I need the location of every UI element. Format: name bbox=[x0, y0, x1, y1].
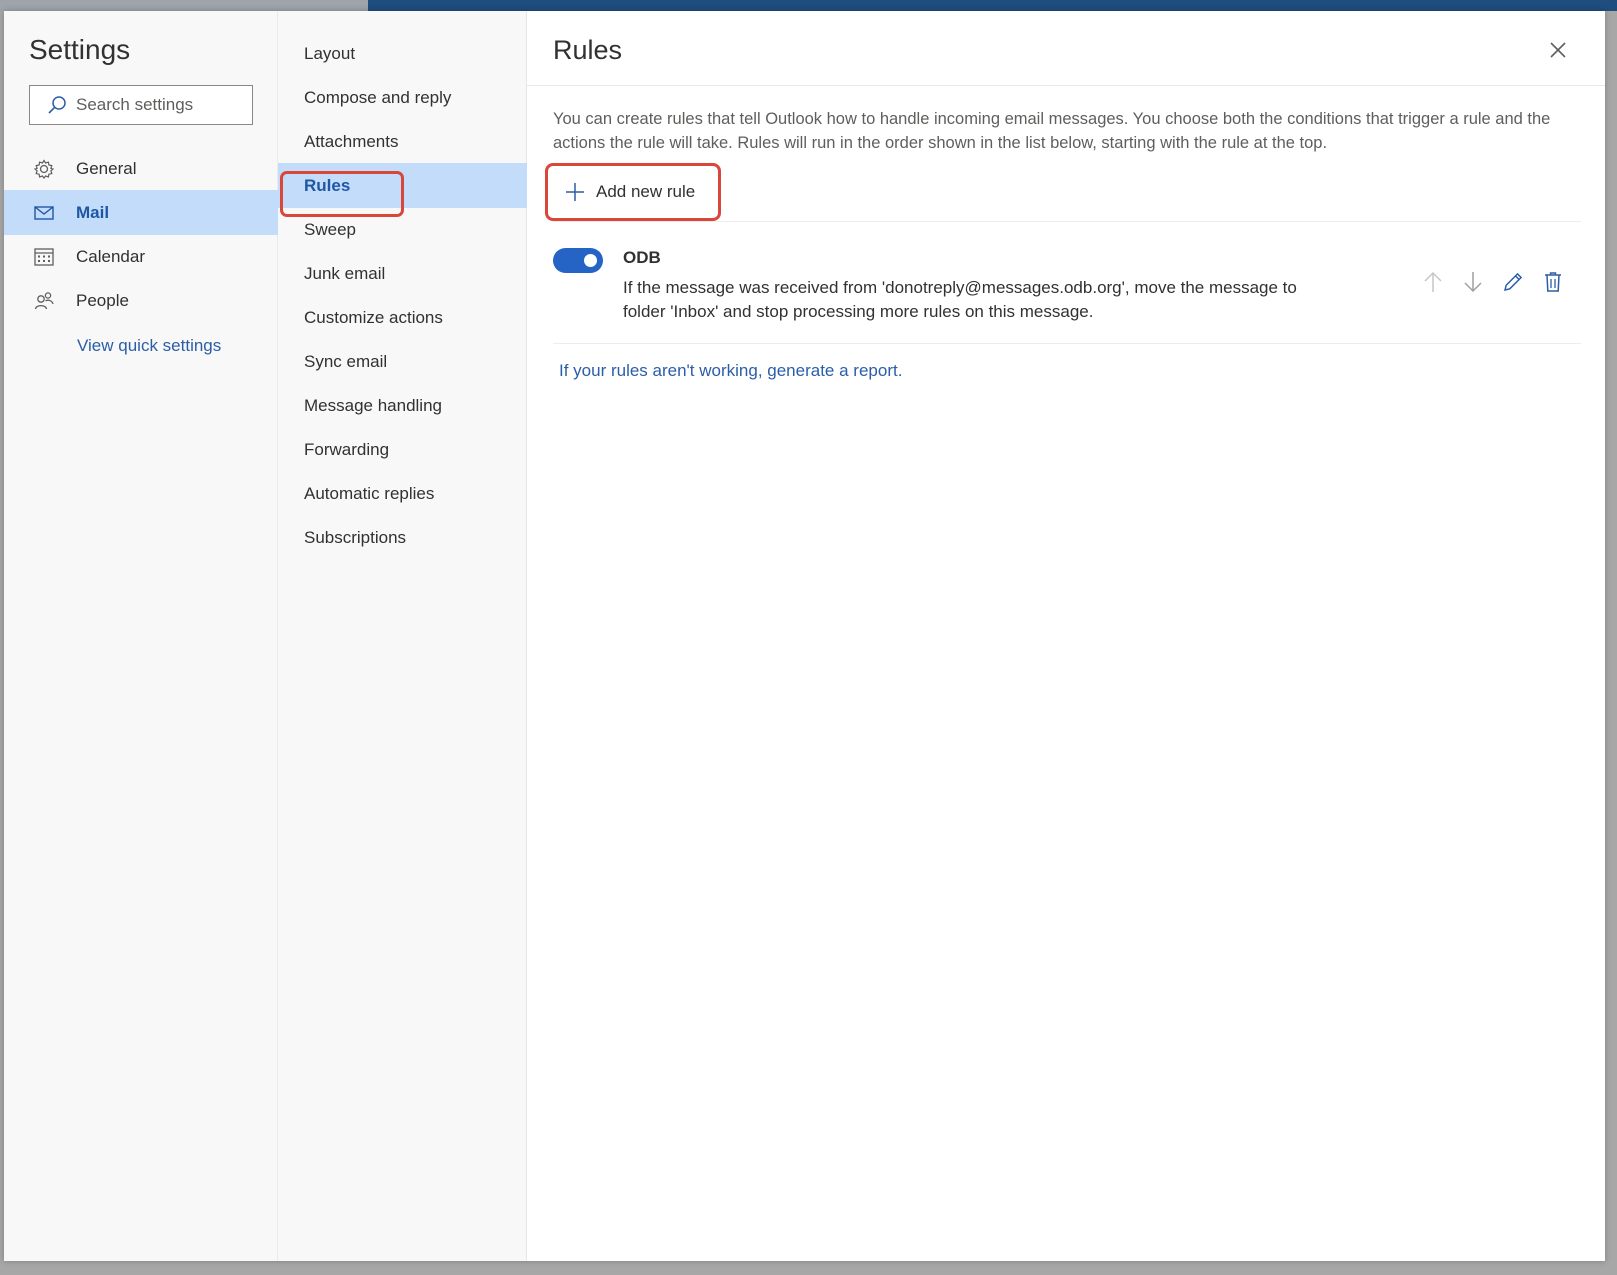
category-general[interactable]: General bbox=[4, 146, 278, 191]
rule-name: ODB bbox=[623, 248, 661, 267]
settings-dialog: Settings General Mail Calendar bbox=[4, 11, 1605, 1261]
arrow-down-icon bbox=[1463, 271, 1483, 298]
rule-actions bbox=[1419, 270, 1567, 298]
page-title: Rules bbox=[553, 35, 623, 65]
background-app-header bbox=[368, 0, 1617, 11]
category-label: General bbox=[76, 158, 137, 178]
menu-item-compose-and-reply[interactable]: Compose and reply bbox=[278, 75, 527, 120]
search-settings-box[interactable] bbox=[29, 85, 253, 125]
generate-report-link[interactable]: If your rules aren't working, generate a… bbox=[559, 361, 902, 381]
edit-rule-button[interactable] bbox=[1499, 270, 1527, 298]
header-divider bbox=[527, 85, 1605, 86]
move-rule-down-button[interactable] bbox=[1459, 270, 1487, 298]
add-new-rule-button[interactable]: Add new rule bbox=[545, 163, 721, 221]
mail-icon bbox=[32, 201, 56, 225]
menu-item-forwarding[interactable]: Forwarding bbox=[278, 427, 527, 472]
category-label: Mail bbox=[76, 202, 110, 222]
rule-row-divider bbox=[553, 343, 1581, 344]
delete-rule-button[interactable] bbox=[1539, 270, 1567, 298]
rules-description: You can create rules that tell Outlook h… bbox=[553, 110, 1551, 152]
menu-item-customize-actions[interactable]: Customize actions bbox=[278, 295, 527, 340]
category-label: Calendar bbox=[76, 246, 145, 266]
menu-item-subscriptions[interactable]: Subscriptions bbox=[278, 515, 527, 560]
menu-item-message-handling[interactable]: Message handling bbox=[278, 383, 527, 428]
category-people[interactable]: People bbox=[4, 278, 278, 323]
menu-item-layout[interactable]: Layout bbox=[278, 31, 527, 76]
toggle-knob bbox=[584, 254, 597, 267]
move-rule-up-button[interactable] bbox=[1419, 270, 1447, 298]
calendar-icon bbox=[32, 245, 56, 269]
view-quick-settings-link[interactable]: View quick settings bbox=[77, 336, 221, 356]
settings-categories-pane: Settings General Mail Calendar bbox=[4, 11, 278, 1261]
category-mail[interactable]: Mail bbox=[4, 190, 278, 235]
rule-enabled-toggle[interactable] bbox=[553, 248, 603, 273]
search-input[interactable] bbox=[76, 95, 236, 115]
search-icon bbox=[46, 94, 68, 116]
close-icon bbox=[1549, 41, 1567, 64]
people-icon bbox=[32, 289, 56, 313]
menu-item-automatic-replies[interactable]: Automatic replies bbox=[278, 471, 527, 516]
mail-settings-menu: Layout Compose and reply Attachments Rul… bbox=[278, 11, 527, 1261]
add-new-rule-label: Add new rule bbox=[596, 182, 696, 201]
category-label: People bbox=[76, 290, 129, 310]
rules-list-divider bbox=[553, 221, 1581, 222]
settings-title: Settings bbox=[29, 34, 131, 65]
close-button[interactable] bbox=[1543, 37, 1573, 67]
menu-item-junk-email[interactable]: Junk email bbox=[278, 251, 527, 296]
menu-item-attachments[interactable]: Attachments bbox=[278, 119, 527, 164]
menu-item-sync-email[interactable]: Sync email bbox=[278, 339, 527, 384]
rules-panel: Rules You can create rules that tell Out… bbox=[527, 11, 1605, 1261]
menu-item-rules[interactable]: Rules bbox=[278, 163, 527, 208]
arrow-up-icon bbox=[1423, 271, 1443, 298]
background-tab-strip bbox=[0, 0, 368, 11]
rule-description: If the message was received from 'donotr… bbox=[623, 278, 1297, 321]
menu-item-sweep[interactable]: Sweep bbox=[278, 207, 527, 252]
pencil-icon bbox=[1502, 271, 1524, 298]
trash-icon bbox=[1543, 271, 1563, 298]
gear-icon bbox=[32, 157, 56, 181]
category-calendar[interactable]: Calendar bbox=[4, 234, 278, 279]
plus-icon bbox=[564, 181, 586, 203]
